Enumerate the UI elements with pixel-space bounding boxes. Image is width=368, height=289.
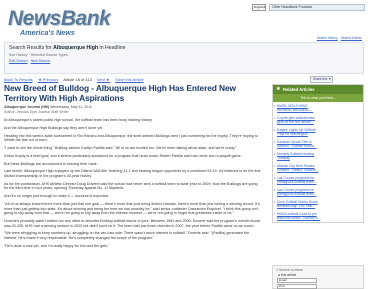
- article-pager: Back To Results ◄ Previous Article 16 of…: [4, 77, 144, 82]
- search-results-heading: Search Results for Albuquerque High in H…: [9, 45, 126, 51]
- edit-search-link[interactable]: Edit Search: [9, 59, 28, 63]
- article-body: At Albuquerque's oldest public high scho…: [4, 118, 262, 248]
- article-paragraph: And the Albuquerque High Bulldogs say th…: [4, 125, 104, 130]
- article-paragraph: Doverie's probably wasn't invited nor an…: [4, 218, 261, 228]
- newsbank-logo[interactable]: NewsBank America's News: [8, 8, 118, 40]
- related-article-link[interactable]: Atlantic City Nine SharesCrested - Siste…: [273, 162, 363, 174]
- related-article-link[interactable]: Eastside Sports Title toSeason - Softbal…: [273, 138, 363, 150]
- page: English ▾ Other NewsBank Products NewsBa…: [0, 0, 368, 289]
- article-position: Article 16 of 113: [63, 77, 92, 82]
- related-article-title-cont: WINNING BASEBALL...: [277, 108, 314, 112]
- print-select[interactable]: Print: [277, 284, 317, 289]
- article-paragraph: As for the postseason, AHS Athletic Dire…: [4, 181, 258, 191]
- search-tools-panel: 4 Search Articles ● this article Email P…: [272, 265, 364, 289]
- sidebar: ★ Related Articles Tell us what you thin…: [272, 84, 364, 289]
- top-bar: English ▾ Other NewsBank Products: [252, 4, 365, 11]
- previous-link[interactable]: ◄ Previous: [38, 77, 59, 82]
- back-to-results-link[interactable]: Back To Results: [4, 77, 33, 82]
- feedback-link[interactable]: Tell us what you think...: [273, 94, 363, 102]
- related-article-title-cont: Breakthrough This Year...: [277, 204, 316, 208]
- share-button[interactable]: Share this ▼: [310, 76, 333, 83]
- new-search-link[interactable]: New Search: [31, 59, 51, 63]
- related-articles-title: Related Articles: [283, 87, 315, 92]
- article-paragraph: "He's done a nice job, and I'm really ha…: [4, 243, 110, 248]
- article-paragraph: "I want to win the whole thing," Bulldog…: [4, 146, 237, 151]
- related-article-title-cont: Tuesday: [277, 156, 290, 160]
- article-source: Albuquerque Journal (NM): [4, 105, 50, 109]
- search-actions: Edit Search New Search: [9, 59, 50, 63]
- related-article-title-cont: team into NMAC Tourney s...: [277, 216, 321, 220]
- language-select[interactable]: English ▾: [252, 4, 266, 11]
- related-article-title-cont: Field for Washington: [277, 132, 308, 136]
- article-title: New Breed of Bulldog - Albuquerque High …: [4, 84, 236, 103]
- search-summary: Search Results for Albuquerque High in H…: [4, 42, 364, 74]
- next-link[interactable]: Next ►: [97, 77, 110, 82]
- article-author: Author: Jessica Dyer Journal Staff Write…: [4, 110, 69, 114]
- article-paragraph: A blue trophy is a brief goal, and it se…: [4, 153, 242, 158]
- article-paragraph: Heading into this week's state tournamen…: [4, 133, 258, 143]
- search-query: Albuquerque High: [53, 45, 99, 51]
- article-paragraph: "We were struggling to keep numbers up, …: [4, 231, 250, 240]
- related-articles-header: ★ Related Articles: [273, 85, 363, 94]
- related-article-link[interactable]: Eagles' Lights Up SoftballField for Wash…: [273, 126, 363, 138]
- article-paragraph: At Albuquerque's oldest public high scho…: [4, 118, 153, 123]
- related-article-title-cont: Season - Softball Round...: [277, 144, 317, 148]
- results-suffix: in Headline: [99, 45, 126, 51]
- search-articles-link[interactable]: Search Articles: [341, 36, 362, 40]
- related-article-title-cont: prestigious softball team...: [277, 180, 317, 184]
- search-filters: See History · Selected Source Types: [9, 53, 68, 57]
- scope-label: this article: [281, 273, 297, 277]
- article: New Breed of Bulldog - Albuquerque High …: [4, 84, 262, 289]
- help-links: Search History Search Articles: [317, 36, 362, 40]
- related-article-link[interactable]: More Softball Teams ScoreBreakthrough Th…: [273, 198, 363, 210]
- other-products-link[interactable]: Other NewsBank Products: [269, 4, 365, 11]
- results-label: Search Results for: [9, 45, 52, 51]
- search-history-link[interactable]: Search History: [317, 36, 338, 40]
- related-article-link[interactable]: Las Cruces programs forprestigious softb…: [273, 186, 363, 198]
- related-article-link[interactable]: Moriarty Softball HostingTuesday: [273, 150, 363, 162]
- chevron-down-icon: ▾: [263, 5, 266, 9]
- related-article-title-cont: Crested - Sisters, cousins...: [277, 168, 319, 172]
- language-value: English: [254, 5, 264, 9]
- save-article-link[interactable]: Save this Article: [115, 77, 143, 82]
- related-article-link[interactable]: MARK GIBLS HAVEWINNING BASEBALL...: [273, 102, 363, 114]
- article-paragraph: And it's no longer just enough to make i…: [4, 194, 110, 199]
- related-article-link[interactable]: NMAA softball looks to putteam into NMAC…: [273, 210, 363, 222]
- article-paragraph: But these Bulldogs are accustomed to bra…: [4, 161, 98, 166]
- logo-wordmark: NewsBank: [8, 7, 111, 30]
- related-article-link[interactable]: Las Cruces programs forprestigious softb…: [273, 174, 363, 186]
- related-articles-panel: ★ Related Articles Tell us what you thin…: [272, 84, 364, 223]
- article-paragraph: "All of us always knew there's more than…: [4, 202, 260, 216]
- related-article-title-cont: gets off the bus winner...: [277, 120, 314, 124]
- article-date: Wednesday, May 11, 2011: [50, 105, 93, 109]
- email-select[interactable]: Email: [277, 278, 317, 283]
- related-article-title-cont: prestigious softball team...: [277, 192, 317, 196]
- related-article-link[interactable]: Coyote girls softball teamgets off the b…: [273, 114, 363, 126]
- star-icon: ★: [276, 86, 281, 92]
- print-row: Print: [273, 283, 363, 289]
- article-paragraph: Last month, Albuquerque High snapped up …: [4, 169, 261, 179]
